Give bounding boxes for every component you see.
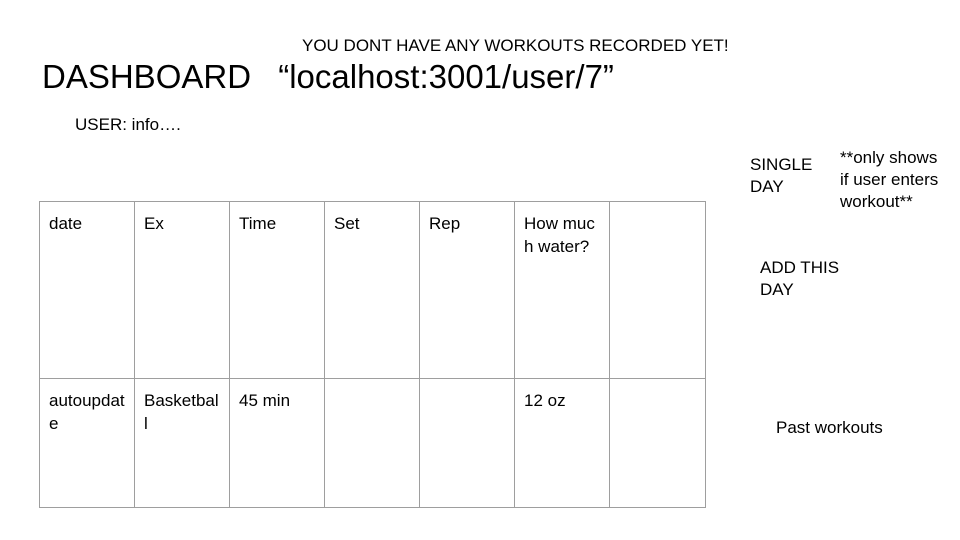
conditional-note: **only shows if user enters workout**: [840, 148, 939, 211]
header-set: Set: [324, 201, 420, 379]
dashboard-wireframe: YOU DONT HAVE ANY WORKOUTS RECORDED YET!…: [0, 0, 960, 540]
header-exercise: Ex: [134, 201, 230, 379]
header-water: How much water?: [514, 201, 610, 379]
page-title: DASHBOARD “localhost:3001/user/7”: [42, 58, 614, 96]
cell-time: 45 min: [229, 378, 325, 508]
add-this-day-button[interactable]: ADD THIS DAY: [760, 257, 860, 301]
header-time: Time: [229, 201, 325, 379]
cell-exercise: Basketball: [134, 378, 230, 508]
cell-rep: [419, 378, 515, 508]
single-day-label: SINGLE DAY: [750, 155, 813, 196]
header-date: date: [39, 201, 135, 379]
header-rep: Rep: [419, 201, 515, 379]
cell-set: [324, 378, 420, 508]
dashboard-title: DASHBOARD: [42, 58, 252, 95]
table-header-row: date Ex Time Set Rep How much water?: [39, 201, 706, 379]
header-empty: [609, 201, 706, 379]
workout-table: date Ex Time Set Rep How much water? aut…: [39, 201, 706, 508]
page-url: “localhost:3001/user/7”: [278, 58, 614, 95]
no-workouts-banner: YOU DONT HAVE ANY WORKOUTS RECORDED YET!: [302, 36, 729, 55]
cell-date: autoupdate: [39, 378, 135, 508]
past-workouts-link[interactable]: Past workouts: [776, 417, 883, 439]
user-info: USER: info….: [75, 115, 181, 134]
cell-empty: [609, 378, 706, 508]
cell-water: 12 oz: [514, 378, 610, 508]
table-row: autoupdate Basketball 45 min 12 oz: [39, 378, 706, 508]
